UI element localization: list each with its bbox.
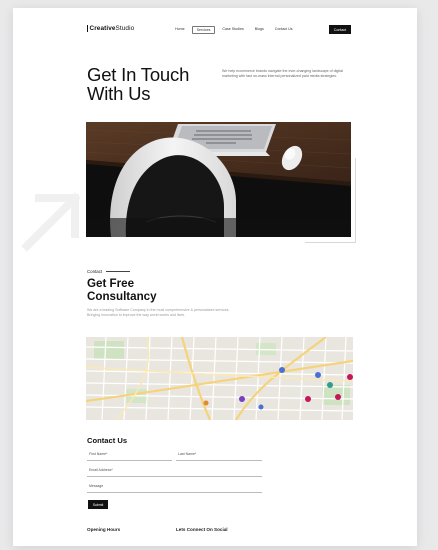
email-field[interactable]: Email Address*	[87, 467, 262, 477]
location-map[interactable]	[86, 337, 353, 420]
hero-description: We help ecommerce brands navigate the ev…	[222, 69, 343, 79]
hero-photo	[86, 122, 351, 237]
arrow-decoration-icon	[21, 192, 81, 252]
page: Creative Studio Home Services Case Studi…	[13, 8, 417, 546]
logo[interactable]: Creative Studio	[87, 25, 134, 32]
logo-bold-text: Creative	[89, 25, 116, 32]
message-field[interactable]: Message	[87, 483, 262, 493]
nav-item-contact-us[interactable]: Contact Us	[271, 26, 297, 34]
contact-button[interactable]: Contact	[329, 25, 351, 34]
social-heading: Lets Connect On Social	[176, 527, 228, 532]
submit-button[interactable]: Submit	[88, 500, 108, 509]
kicker-label: Contact	[87, 269, 103, 274]
map-graphic	[86, 337, 353, 420]
consultancy-title-line-2: Consultancy	[87, 289, 157, 303]
kicker-line	[106, 271, 131, 272]
hero-title: Get In Touch With Us	[87, 65, 189, 103]
first-name-placeholder: First Name*	[89, 452, 108, 456]
desk-chair-laptop-illustration	[86, 122, 351, 237]
first-name-field[interactable]: First Name*	[87, 451, 172, 461]
last-name-field[interactable]: Last Name*	[176, 451, 262, 461]
consultancy-description: We are a leading Software Company in the…	[87, 308, 230, 318]
consultancy-title: Get Free Consultancy	[87, 277, 157, 303]
consultancy-title-line-1: Get Free	[87, 277, 135, 290]
opening-hours-heading: Opening Hours	[87, 527, 121, 532]
section-kicker: Contact	[87, 269, 131, 274]
main-nav: Home Services Case Studies Blogs Contact…	[171, 26, 300, 34]
hero-title-line-1: Get In Touch	[87, 64, 190, 85]
nav-item-home[interactable]: Home	[171, 26, 189, 34]
nav-item-blogs[interactable]: Blogs	[251, 26, 268, 34]
last-name-placeholder: Last Name*	[178, 452, 197, 456]
form-title: Contact Us	[87, 436, 128, 445]
email-placeholder: Email Address*	[89, 468, 113, 472]
nav-item-case-studies[interactable]: Case Studies	[218, 26, 247, 34]
nav-item-services[interactable]: Services	[191, 26, 216, 34]
logo-light-text: Studio	[115, 25, 135, 32]
logo-mark	[87, 25, 88, 32]
message-placeholder: Message	[89, 484, 104, 488]
hero-title-line-2: With Us	[87, 83, 151, 104]
